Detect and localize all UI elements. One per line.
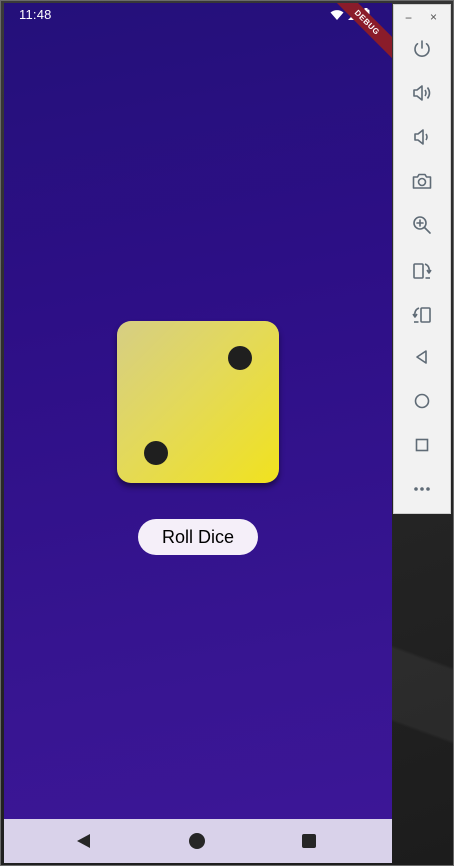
- zoom-icon[interactable]: [408, 211, 436, 239]
- volume-down-icon[interactable]: [408, 123, 436, 151]
- rotate-right-icon[interactable]: [408, 301, 436, 329]
- volume-up-icon[interactable]: [408, 79, 436, 107]
- home-icon[interactable]: [189, 833, 205, 849]
- rotate-left-icon[interactable]: [408, 257, 436, 285]
- minimize-icon[interactable]: −: [405, 11, 412, 25]
- home-icon[interactable]: [408, 387, 436, 415]
- wifi-icon: [330, 9, 344, 20]
- close-icon[interactable]: ×: [430, 10, 437, 24]
- back-icon[interactable]: [408, 343, 436, 371]
- more-icon[interactable]: [408, 475, 436, 503]
- window-controls: − ×: [394, 10, 450, 25]
- status-bar: 11:48 DEBUG: [4, 3, 392, 63]
- phone-screen: 11:48 DEBUG Roll Dice: [4, 3, 392, 863]
- dice-pip: [228, 346, 252, 370]
- overview-icon[interactable]: [408, 431, 436, 459]
- camera-icon[interactable]: [408, 167, 436, 195]
- dice: [117, 321, 279, 483]
- desktop-decoration: [392, 520, 454, 866]
- roll-dice-button[interactable]: Roll Dice: [138, 519, 258, 555]
- back-icon[interactable]: [77, 834, 90, 848]
- power-icon[interactable]: [408, 35, 436, 63]
- emulator-toolbar: − ×: [393, 4, 451, 514]
- status-time: 11:48: [19, 7, 52, 22]
- dice-pip: [144, 441, 168, 465]
- navigation-bar: [4, 819, 392, 863]
- overview-icon[interactable]: [302, 834, 316, 848]
